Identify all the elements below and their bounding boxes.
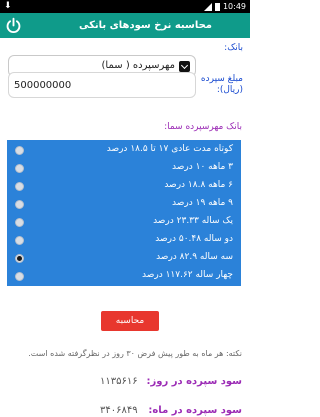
plan-option-label: دو ساله ۵۰.۴۸ درصد [155,234,233,244]
plan-option-label: ۳ ماهه ۱۰ درصد [172,162,233,172]
app-bar: محاسبه نرخ سودهای بانکی [0,13,250,38]
amount-input[interactable]: 500000000 [8,72,196,98]
battery-icon [214,2,220,11]
power-icon[interactable] [5,17,22,34]
amount-label: مبلغ سپرده (ریال): [200,74,243,95]
radio-button[interactable] [15,218,24,227]
plan-option[interactable]: کوتاه مدت عادی ۱۷ تا ۱۸.۵ درصد [7,142,241,160]
radio-button-selected[interactable] [15,254,24,263]
status-time: 10:49 [222,2,246,11]
monthly-profit-label: سود سپرده در ماه: [148,405,242,416]
daily-profit-label: سود سپرده در روز: [146,376,242,387]
plan-option-label: ۹ ماهه ۱۹ درصد [172,198,233,208]
note-text: نکته: هر ماه به طور پیش فرض ۳۰ روز در نظ… [28,349,242,358]
plan-option[interactable]: سه ساله ۸۲.۹ درصد [7,250,241,268]
plan-section-title: بانک مهرسپرده سما: [164,122,242,132]
status-bar: ⬇ 10:49 [0,0,250,13]
plan-option-label: سه ساله ۸۲.۹ درصد [156,252,233,262]
monthly-profit-value: ۳۴۰۶۸۴۹ [100,405,138,416]
daily-profit-value: ۱۱۳۵۶۱۶ [100,376,138,387]
bank-label: بانک: [224,43,243,53]
radio-button[interactable] [15,200,24,209]
plan-option-label: کوتاه مدت عادی ۱۷ تا ۱۸.۵ درصد [106,144,233,154]
plan-option[interactable]: ۳ ماهه ۱۰ درصد [7,160,241,178]
bank-select-value: مهرسپرده ( سما) [101,60,175,71]
app-title: محاسبه نرخ سودهای بانکی [78,20,212,31]
plan-option-label: چهار ساله ۱۱۷.۶۲ درصد [142,270,233,280]
plan-radio-group: کوتاه مدت عادی ۱۷ تا ۱۸.۵ درصد ۳ ماهه ۱۰… [7,140,241,286]
status-icons: 10:49 [203,1,246,12]
plan-option[interactable]: یک ساله ۲۳.۳۳ درصد [7,214,241,232]
radio-button[interactable] [15,164,24,173]
plan-option[interactable]: چهار ساله ۱۱۷.۶۲ درصد [7,268,241,286]
plan-option-label: یک ساله ۲۳.۳۳ درصد [153,216,233,226]
plan-option[interactable]: ۹ ماهه ۱۹ درصد [7,196,241,214]
chevron-down-icon [179,61,190,72]
signal-icon [203,2,212,11]
calculate-button[interactable]: محاسبه [101,311,159,331]
plan-option[interactable]: ۶ ماهه ۱۸.۸ درصد [7,178,241,196]
notification-icon: ⬇ [4,1,12,11]
radio-button[interactable] [15,146,24,155]
radio-button[interactable] [15,182,24,191]
radio-button[interactable] [15,236,24,245]
plan-option[interactable]: دو ساله ۵۰.۴۸ درصد [7,232,241,250]
radio-button[interactable] [15,272,24,281]
plan-option-label: ۶ ماهه ۱۸.۸ درصد [164,180,233,190]
